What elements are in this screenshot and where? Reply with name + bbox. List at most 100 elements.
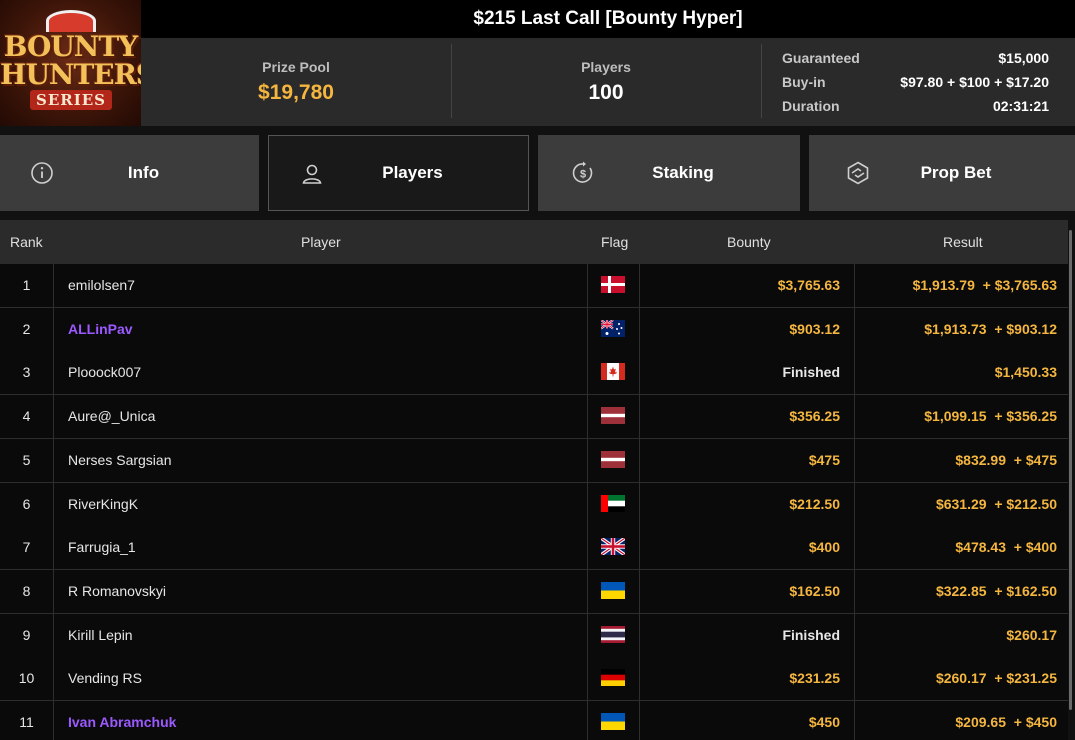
bounty-cell: $475 — [640, 438, 855, 482]
rank-cell: 11 — [0, 701, 54, 740]
result-cell: $1,099.15 + $356.25 — [924, 408, 1057, 425]
result-cell: $832.99 + $475 — [955, 451, 1057, 468]
duration-row: Duration 02:31:21 — [782, 94, 1049, 118]
flag-cell — [587, 569, 640, 613]
dk-flag — [601, 276, 625, 293]
rank-cell: 6 — [0, 482, 54, 526]
bounty-cell: $3,765.63 — [640, 264, 855, 307]
logo-line3: SERIES — [30, 90, 112, 110]
result-cell: $1,913.73 + $903.12 — [924, 320, 1057, 337]
bounty-cell: $400 — [640, 526, 855, 570]
ca-flag — [601, 363, 625, 381]
player-name[interactable]: R Romanovskyi — [68, 570, 568, 613]
user-icon — [302, 164, 322, 184]
duration-label: Duration — [782, 98, 840, 114]
tab-staking-label: Staking — [652, 163, 714, 182]
flag-cell — [587, 307, 640, 351]
tab-players[interactable]: Players — [268, 135, 529, 211]
rank-cell: 2 — [0, 307, 54, 351]
lv-flag — [601, 407, 625, 425]
flag-cell — [587, 613, 640, 657]
table-row[interactable]: 11 Ivan Abramchuk $450 $209.65 + $450 — [0, 701, 1068, 740]
column-header-flag[interactable]: Flag — [601, 220, 628, 264]
buy-in-row: Buy-in $97.80 + $100 + $17.20 — [782, 70, 1049, 94]
result-cell: $260.17 + $231.25 — [935, 670, 1057, 687]
table-row[interactable]: 8 R Romanovskyi $162.50 $322.85 + $162.50 — [0, 569, 1068, 614]
player-name[interactable]: Nerses Sargsian — [68, 439, 568, 482]
player-name[interactable]: Plooock007 — [68, 351, 568, 394]
player-name[interactable]: ALLinPav — [68, 308, 568, 351]
rank-cell: 10 — [0, 657, 54, 701]
scrollbar-thumb[interactable] — [1069, 230, 1072, 710]
table-scrollbar[interactable] — [1068, 220, 1075, 740]
column-header-player[interactable]: Player — [301, 220, 341, 264]
result-cell: $631.29 + $212.50 — [935, 495, 1057, 512]
table-row[interactable]: 2 ALLinPav $903.12 $1,913.73 + $903.12 — [0, 307, 1068, 352]
player-name[interactable]: Farrugia_1 — [68, 526, 568, 569]
table-row[interactable]: 7 Farrugia_1 $400 $478.43 + $400 — [0, 526, 1068, 571]
bounty-cell: $162.50 — [640, 569, 855, 613]
tab-staking[interactable]: $ Staking — [538, 135, 800, 211]
prop-bet-icon — [847, 161, 869, 185]
result-cell: $1,450.33 — [994, 364, 1057, 381]
logo-line2: HUNTERS — [0, 58, 141, 91]
guaranteed-row: Guaranteed $15,000 — [782, 46, 1049, 70]
svg-text:$: $ — [580, 169, 586, 181]
guaranteed-value: $15,000 — [998, 50, 1049, 66]
prize-pool-box: Prize Pool $19,780 — [141, 38, 451, 126]
table-header: Rank Player Flag Bounty Result — [0, 220, 1068, 264]
result-cell: $1,913.79 + $3,765.63 — [912, 277, 1057, 293]
ua-flag — [601, 713, 625, 730]
flag-cell — [587, 438, 640, 482]
table-row[interactable]: 3 Plooock007 Finished $1,450.33 — [0, 351, 1068, 396]
tournament-stats: Prize Pool $19,780 Players 100 Guarantee… — [141, 38, 1075, 126]
rank-cell: 1 — [0, 264, 54, 307]
au-flag — [601, 319, 625, 337]
player-name[interactable]: Kirill Lepin — [68, 614, 568, 657]
players-count-value: 100 — [588, 81, 624, 104]
column-header-bounty[interactable]: Bounty — [727, 220, 771, 264]
buy-in-label: Buy-in — [782, 74, 826, 90]
player-name[interactable]: Ivan Abramchuk — [68, 701, 568, 740]
players-count-label: Players — [581, 59, 631, 75]
flag-cell — [587, 657, 640, 701]
tab-info[interactable]: Info — [0, 135, 259, 211]
rank-cell: 7 — [0, 526, 54, 570]
dollar-cycle-icon: $ — [572, 161, 593, 183]
th-flag — [601, 625, 625, 643]
result-cell: $322.85 + $162.50 — [935, 582, 1057, 599]
gb-flag — [601, 538, 625, 556]
table-row[interactable]: 5 Nerses Sargsian $475 $832.99 + $475 — [0, 438, 1068, 483]
result-cell: $260.17 — [1006, 626, 1057, 643]
table-row[interactable]: 10 Vending RS $231.25 $260.17 + $231.25 — [0, 657, 1068, 702]
rank-cell: 4 — [0, 395, 54, 439]
result-cell: $478.43 + $400 — [955, 539, 1057, 556]
tab-info-label: Info — [127, 163, 160, 182]
tab-players-label: Players — [382, 163, 443, 182]
bounty-cell: $903.12 — [640, 307, 855, 351]
divider — [761, 44, 762, 118]
flag-cell — [587, 701, 640, 740]
player-name[interactable]: emilolsen7 — [68, 264, 568, 307]
rank-cell: 9 — [0, 613, 54, 657]
bounty-cell: Finished — [640, 351, 855, 395]
player-name[interactable]: Vending RS — [68, 657, 568, 700]
flag-cell — [587, 351, 640, 395]
bounty-hunters-logo: BOUNTY HUNTERS SERIES — [0, 0, 141, 126]
lv-flag — [601, 450, 625, 468]
table-row[interactable]: 4 Aure@_Unica $356.25 $1,099.15 + $356.25 — [0, 395, 1068, 440]
tab-prop-bet[interactable]: Prop Bet — [809, 135, 1075, 211]
player-name[interactable]: RiverKingK — [68, 483, 568, 526]
bounty-cell: Finished — [640, 613, 855, 657]
column-header-result[interactable]: Result — [943, 220, 983, 264]
player-name[interactable]: Aure@_Unica — [68, 395, 568, 438]
duration-value: 02:31:21 — [992, 98, 1049, 114]
column-header-rank[interactable]: Rank — [10, 220, 43, 264]
table-row[interactable]: 1 emilolsen7 $3,765.63 $1,913.79 + $3,765.6… — [0, 264, 1068, 308]
table-row[interactable]: 9 Kirill Lepin Finished $260.17 — [0, 613, 1068, 658]
table-row[interactable]: 6 RiverKingK $212.50 $631.29 + $212.50 — [0, 482, 1068, 527]
guaranteed-label: Guaranteed — [782, 50, 860, 66]
players-table: Rank Player Flag Bounty Result 1 emilolse… — [0, 220, 1068, 740]
poker-chip-icon — [46, 10, 96, 32]
flag-cell — [587, 395, 640, 439]
